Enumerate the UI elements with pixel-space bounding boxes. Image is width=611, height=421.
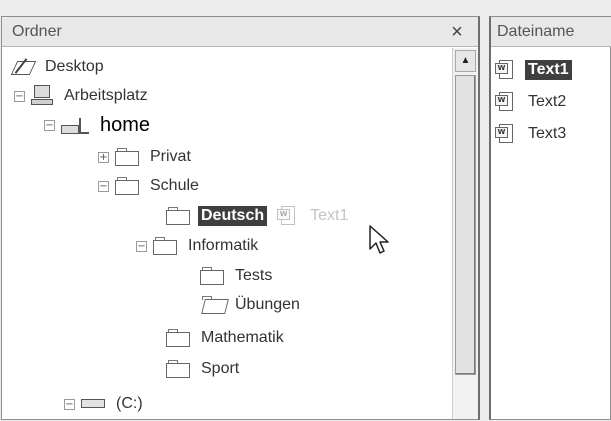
tree-item-informatik[interactable]: − Informatik <box>136 233 261 259</box>
collapse-toggle[interactable]: − <box>44 119 55 131</box>
tree-item-sport[interactable]: Sport <box>166 356 242 382</box>
tree-item-arbeitsplatz[interactable]: − Arbeitsplatz <box>14 83 151 109</box>
folder-icon <box>115 177 141 195</box>
tree-label-sport: Sport <box>201 360 240 377</box>
collapse-toggle[interactable]: − <box>136 240 147 252</box>
hard-drive-icon <box>81 397 107 411</box>
collapse-toggle[interactable]: − <box>64 398 75 410</box>
folder-icon <box>166 329 192 347</box>
drag-ghost-label: Text1 <box>310 207 349 224</box>
collapse-toggle[interactable]: − <box>14 90 25 102</box>
tree-item-desktop[interactable]: Desktop <box>10 54 107 80</box>
column-header-dateiname[interactable]: Dateiname <box>491 17 611 47</box>
folder-icon <box>153 237 179 255</box>
tree-label-tests: Tests <box>235 267 273 284</box>
file-label: Text1 <box>525 60 572 80</box>
tree-item-home[interactable]: − home <box>44 112 153 138</box>
tree-item-mathematik[interactable]: Mathematik <box>166 325 287 351</box>
tree-label-schule: Schule <box>150 177 199 194</box>
folder-tree-panel: Ordner × Desktop − Arbeitsplatz − home +… <box>1 16 480 420</box>
word-document-icon: W <box>495 124 519 144</box>
folder-panel-header: Ordner × <box>2 17 478 47</box>
mouse-pointer-icon <box>369 225 389 254</box>
tree-label-desktop: Desktop <box>45 58 104 75</box>
file-item-text3[interactable]: W Text3 <box>495 121 569 147</box>
computer-icon <box>31 85 55 107</box>
network-drive-icon <box>61 114 91 136</box>
tree-label-informatik: Informatik <box>188 237 259 254</box>
file-item-text2[interactable]: W Text2 <box>495 89 569 115</box>
desktop-icon <box>10 57 37 77</box>
drag-ghost-document-icon: W <box>277 206 301 226</box>
file-label: Text3 <box>528 125 567 142</box>
vertical-scrollbar[interactable]: ▲ <box>452 48 478 419</box>
tree-label-mathematik: Mathematik <box>201 329 284 346</box>
close-button[interactable]: × <box>448 17 466 47</box>
tree-item-tests[interactable]: Tests <box>200 263 275 289</box>
expand-toggle[interactable]: + <box>98 151 109 163</box>
tree-item-deutsch[interactable]: Deutsch W Text1 <box>166 203 351 229</box>
tree-item-uebungen[interactable]: Übungen <box>200 292 303 318</box>
tree-label-arbeitsplatz: Arbeitsplatz <box>64 87 148 104</box>
word-document-icon: W <box>495 92 519 112</box>
folder-icon <box>166 360 192 378</box>
file-list-panel: Dateiname W Text1 W Text2 W Text3 <box>489 16 611 420</box>
file-item-text1[interactable]: W Text1 <box>495 57 572 83</box>
tree-label-uebungen: Übungen <box>235 296 300 313</box>
scroll-thumb[interactable] <box>455 75 476 375</box>
tree-item-drive-c[interactable]: − (C:) <box>64 391 146 417</box>
folder-panel-title: Ordner <box>12 23 62 40</box>
file-label: Text2 <box>528 93 567 110</box>
folder-icon <box>166 207 192 225</box>
tree-label-deutsch: Deutsch <box>198 206 268 226</box>
folder-icon <box>200 267 226 285</box>
tree-item-schule[interactable]: − Schule <box>98 173 202 199</box>
tree-label-home: home <box>100 113 151 136</box>
word-document-icon: W <box>495 60 519 80</box>
collapse-toggle[interactable]: − <box>98 180 109 192</box>
tree-label-drive-c: (C:) <box>116 395 143 412</box>
open-folder-icon <box>200 296 229 314</box>
tree-label-privat: Privat <box>150 148 191 165</box>
folder-icon <box>115 148 141 166</box>
scroll-up-button[interactable]: ▲ <box>455 50 476 72</box>
tree-item-privat[interactable]: + Privat <box>98 144 194 170</box>
